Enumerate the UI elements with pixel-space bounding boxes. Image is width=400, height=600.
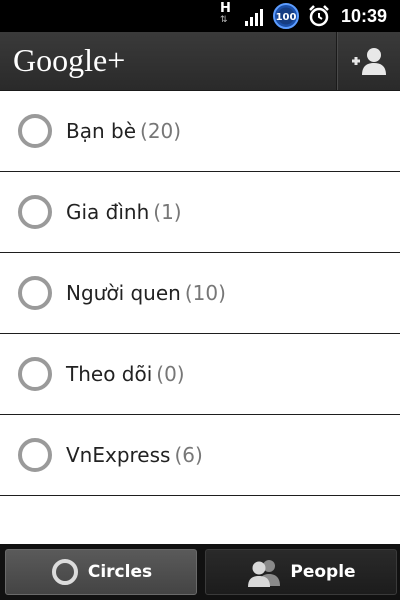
network-type-label: H (220, 1, 231, 16)
circle-icon (18, 357, 52, 391)
add-person-button[interactable] (338, 32, 400, 90)
circle-name: Người quen (66, 281, 181, 305)
bottom-tab-bar: Circles People (0, 544, 400, 600)
circle-count: (1) (153, 200, 182, 224)
circle-count: (6) (174, 443, 203, 467)
circle-count: (10) (184, 281, 226, 305)
circle-name: Bạn bè (66, 119, 137, 143)
app-bar: Google+ (0, 32, 400, 92)
list-item-circle[interactable]: Người quen (10) (0, 253, 400, 334)
alarm-icon (309, 5, 329, 27)
list-item-circle[interactable]: Bạn bè (20) (0, 91, 400, 172)
status-time: 10:39 (341, 6, 388, 26)
status-bar: H ⇅ 100 10:39 (0, 0, 400, 32)
list-item-circle[interactable]: Gia đình (1) (0, 172, 400, 253)
people-icon (246, 557, 282, 587)
circle-name: VnExpress (66, 443, 171, 467)
tab-people[interactable]: People (205, 549, 397, 595)
tab-circles[interactable]: Circles (5, 549, 197, 595)
circle-count: (0) (156, 362, 185, 386)
circle-icon (50, 557, 80, 587)
battery-icon: 100 (271, 3, 301, 29)
list-item-circle[interactable]: Theo dõi (0) (0, 334, 400, 415)
circle-icon (18, 195, 52, 229)
circle-icon (18, 114, 52, 148)
add-person-icon (352, 48, 386, 75)
network-h-icon: H ⇅ (218, 2, 234, 30)
list-item-circle[interactable]: VnExpress (6) (0, 415, 400, 496)
app-title: Google+ (13, 42, 126, 78)
tab-label: People (290, 562, 356, 582)
circle-name: Gia đình (66, 200, 150, 224)
circle-name: Theo dõi (66, 362, 153, 386)
app-bar-divider (336, 32, 337, 90)
circle-icon (18, 438, 52, 472)
signal-icon (245, 9, 263, 26)
circles-list: Bạn bè (20) Gia đình (1) Người quen (10) Th… (0, 91, 400, 496)
circle-icon (18, 276, 52, 310)
network-arrows: ⇅ (220, 15, 228, 25)
circle-count: (20) (140, 119, 182, 143)
tab-label: Circles (87, 562, 153, 582)
battery-level: 100 (276, 12, 297, 23)
